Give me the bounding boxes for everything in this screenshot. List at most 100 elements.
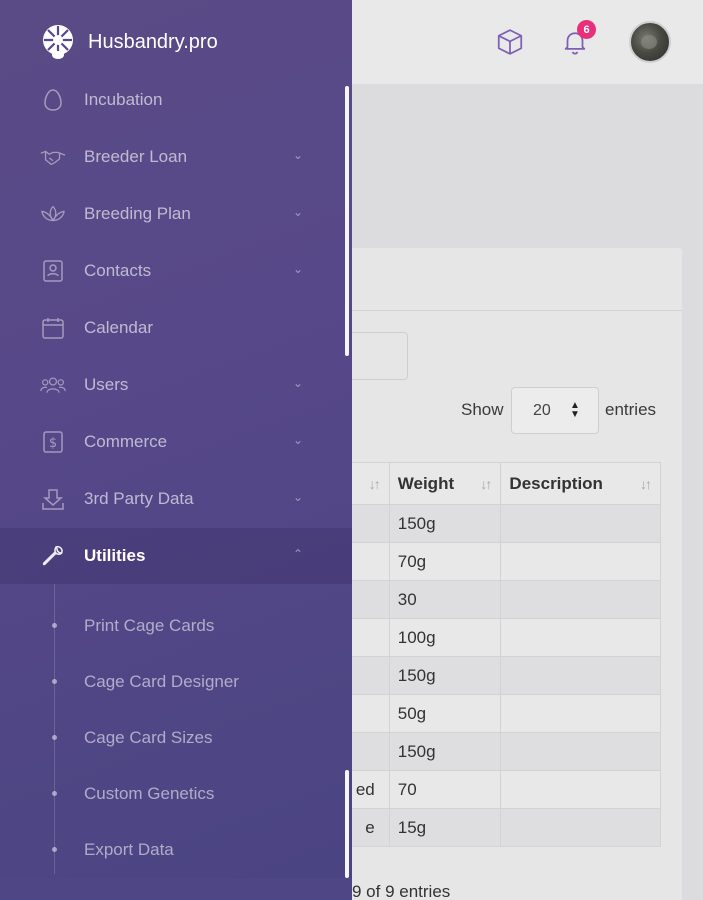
submenu-item-custom-genetics[interactable]: Custom Genetics (0, 766, 352, 822)
submenu-item-cage-card-designer[interactable]: Cage Card Designer (0, 654, 352, 710)
bullet-icon (52, 623, 57, 628)
entries-label: entries (605, 400, 657, 419)
table-row: 150g (330, 732, 661, 771)
table-row: 150g (330, 504, 661, 543)
notification-badge: 6 (577, 20, 596, 39)
table-info: 9 of 9 entries (352, 882, 451, 900)
weight-cell: 15g (388, 808, 502, 847)
weight-cell: 70g (388, 542, 502, 581)
lotus-icon (40, 200, 66, 228)
submenu-item-export-data[interactable]: Export Data (0, 822, 352, 878)
table-row: 150g (330, 656, 661, 695)
bullet-icon (52, 735, 57, 740)
description-cell (500, 504, 661, 543)
chevron-down-icon: ⌄ (293, 376, 304, 390)
upload-icon (40, 485, 66, 513)
page-size-select[interactable]: 20 ▲ ▼ (511, 387, 599, 434)
notifications-button[interactable]: 6 (555, 20, 596, 62)
sidebar-item-label: Utilities (84, 546, 146, 565)
sidebar-item-label: Commerce (84, 432, 168, 451)
description-cell (500, 770, 661, 809)
users-icon (40, 371, 66, 399)
brand[interactable]: Husbandry.pro (40, 24, 218, 60)
calendar-icon (40, 314, 66, 342)
table-row: 70g (330, 542, 661, 581)
weight-cell: 150g (388, 656, 502, 695)
weight-cell: 100g (388, 618, 502, 657)
sidebar-item-label: Contacts (84, 261, 152, 280)
sidebar-item-incubation[interactable]: Incubation (0, 72, 352, 128)
svg-text:$: $ (49, 436, 57, 451)
sidebar-item-label: Breeder Loan (84, 147, 188, 166)
data-table: ↓↑ Weight ↓↑ Description ↓↑ 150g 70g 30 10… (330, 462, 661, 847)
sidebar-item-label: Incubation (84, 90, 163, 109)
page-size-value: 20 (533, 402, 551, 419)
sort-icon: ↓↑ (480, 476, 492, 492)
chevron-down-icon: ⌄ (293, 262, 304, 276)
cube-icon[interactable] (490, 22, 530, 62)
bullet-icon (52, 847, 57, 852)
sidebar-item-contacts[interactable]: Contacts ⌄ (0, 243, 352, 299)
column-header-description[interactable]: Description ↓↑ (500, 462, 661, 505)
sidebar-item-label: Breeding Plan (84, 204, 191, 223)
sidebar-item-calendar[interactable]: Calendar (0, 300, 352, 356)
egg-icon (40, 86, 66, 114)
table-row: ed 70 (330, 770, 661, 809)
chevron-up-icon: ⌃ (293, 547, 304, 561)
weight-cell: 30 (388, 580, 502, 619)
sidebar-item-utilities[interactable]: Utilities ⌃ (0, 528, 352, 584)
sort-icon: ↓↑ (640, 476, 652, 492)
sidebar-item-label: Calendar (84, 318, 153, 337)
weight-cell: 50g (388, 694, 502, 733)
table-row: 50g (330, 694, 661, 733)
chevron-down-icon: ⌄ (293, 205, 304, 219)
description-cell (500, 808, 661, 847)
table-row: e 15g (330, 808, 661, 847)
sidebar-item-label: Users (84, 375, 129, 394)
chevron-down-icon: ⌄ (293, 148, 304, 162)
card-divider (330, 310, 682, 311)
submenu-item-print-cage-cards[interactable]: Print Cage Cards (0, 598, 352, 654)
chevron-down-icon: ⌄ (293, 490, 304, 504)
sidebar-item-breeder-loan[interactable]: Breeder Loan ⌄ (0, 129, 352, 185)
weight-cell: 150g (388, 732, 502, 771)
submenu-item-label: Cage Card Designer (84, 672, 239, 691)
select-caret-icon: ▲ ▼ (570, 400, 580, 420)
table-row: 30 (330, 580, 661, 619)
table-row: 100g (330, 618, 661, 657)
submenu-item-label: Custom Genetics (84, 784, 215, 803)
submenu-item-label: Cage Card Sizes (84, 728, 213, 747)
brand-logo-icon (43, 25, 73, 59)
sidebar-item-breeding-plan[interactable]: Breeding Plan ⌄ (0, 186, 352, 242)
sidebar-scrollbar[interactable] (345, 86, 349, 356)
sidebar: Husbandry.pro Incubation Breeder Loan ⌄ … (0, 0, 352, 900)
wrench-icon (40, 542, 66, 570)
app-name: Husbandry.pro (88, 30, 218, 53)
description-cell (500, 580, 661, 619)
submenu-item-cage-card-sizes[interactable]: Cage Card Sizes (0, 710, 352, 766)
description-cell (500, 656, 661, 695)
sidebar-item-3rd-party-data[interactable]: 3rd Party Data ⌄ (0, 471, 352, 527)
description-cell (500, 732, 661, 771)
weight-cell: 70 (388, 770, 502, 809)
submenu-item-label: Print Cage Cards (84, 616, 215, 635)
avatar[interactable] (629, 21, 671, 63)
contact-card-icon (40, 257, 66, 285)
column-header-weight[interactable]: Weight ↓↑ (388, 462, 502, 505)
sidebar-item-users[interactable]: Users ⌄ (0, 357, 352, 413)
sidebar-item-label: 3rd Party Data (84, 489, 194, 508)
handshake-icon (40, 143, 66, 171)
weight-cell: 150g (388, 504, 502, 543)
bullet-icon (52, 679, 57, 684)
sidebar-item-commerce[interactable]: $ Commerce ⌄ (0, 414, 352, 470)
dollar-icon: $ (40, 428, 66, 456)
sidebar-footer (0, 878, 352, 900)
bullet-icon (52, 791, 57, 796)
show-label: Show (461, 400, 504, 419)
description-cell (500, 694, 661, 733)
description-cell (500, 542, 661, 581)
chevron-down-icon: ⌄ (293, 433, 304, 447)
submenu-item-label: Export Data (84, 840, 174, 859)
sort-icon: ↓↑ (368, 476, 381, 492)
sidebar-scrollbar-lower[interactable] (345, 770, 349, 878)
